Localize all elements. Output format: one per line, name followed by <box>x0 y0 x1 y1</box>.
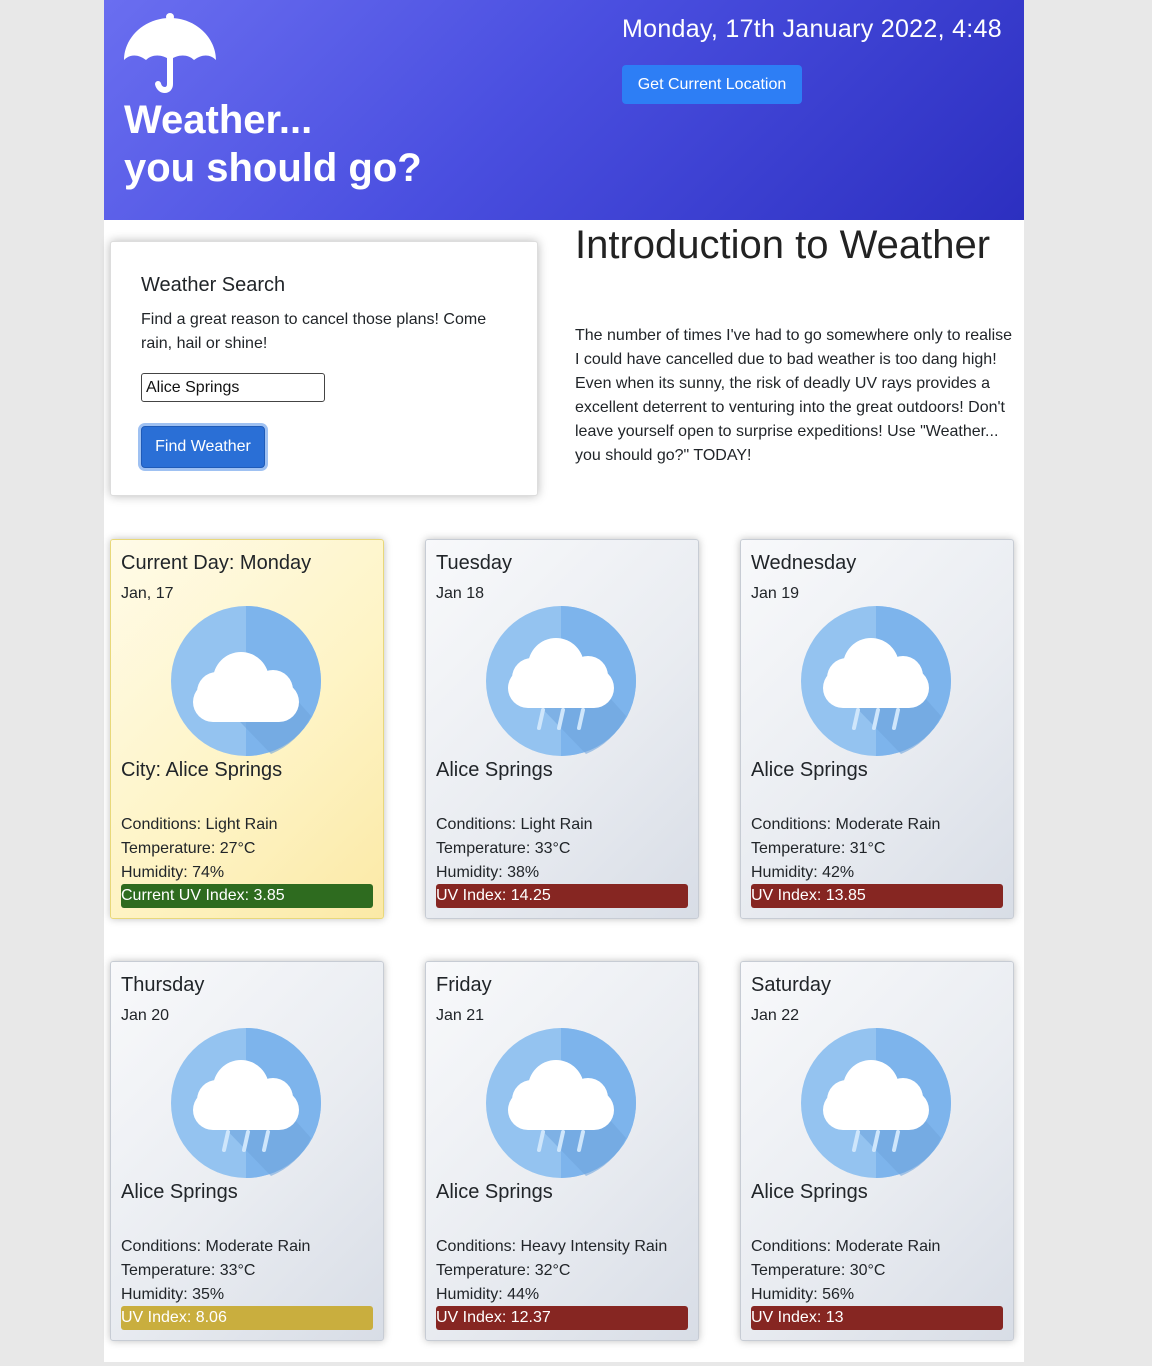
cloud-icon <box>171 606 321 756</box>
app-title-line1: Weather... <box>124 98 313 142</box>
card-conditions: Conditions: Moderate Rain <box>121 1238 311 1255</box>
card-date: Jan, 17 <box>121 585 174 602</box>
card-city: City: Alice Springs <box>121 759 283 781</box>
weather-search-card: Weather Search Find a great reason to ca… <box>110 241 538 496</box>
card-humidity: Humidity: 44% <box>436 1286 540 1303</box>
card-temperature: Temperature: 33°C <box>436 840 571 857</box>
city-search-input[interactable] <box>141 373 325 402</box>
card-temperature: Temperature: 27°C <box>121 840 256 857</box>
card-date: Jan 21 <box>436 1007 485 1024</box>
forecast-card: Saturday Jan 22 Alice Springs Conditions… <box>740 961 1014 1341</box>
card-city: Alice Springs <box>751 1181 868 1203</box>
intro-text: The number of times I've had to go somew… <box>575 327 1013 464</box>
card-day: Current Day: Monday <box>121 552 312 574</box>
card-date: Jan 22 <box>751 1007 800 1024</box>
card-temperature: Temperature: 31°C <box>751 840 886 857</box>
rain-cloud-icon <box>171 1028 321 1178</box>
card-conditions: Conditions: Light Rain <box>121 816 278 833</box>
card-city: Alice Springs <box>436 759 553 781</box>
card-humidity: Humidity: 56% <box>751 1286 855 1303</box>
card-day: Tuesday <box>436 552 512 574</box>
card-day: Friday <box>436 974 492 996</box>
uv-index-badge: UV Index: 8.06 <box>121 1306 373 1330</box>
card-conditions: Conditions: Light Rain <box>436 816 593 833</box>
app-title: Weather... you should go? <box>124 96 422 192</box>
forecast-card: Thursday Jan 20 Alice Springs Conditions… <box>110 961 384 1341</box>
card-date: Jan 19 <box>751 585 800 602</box>
search-description: Find a great reason to cancel those plan… <box>141 311 487 352</box>
card-date: Jan 18 <box>436 585 485 602</box>
forecast-card: Friday Jan 21 Alice Springs Conditions: … <box>425 961 699 1341</box>
rain-cloud-icon <box>801 606 951 756</box>
card-humidity: Humidity: 35% <box>121 1286 225 1303</box>
card-conditions: Conditions: Heavy Intensity Rain <box>436 1238 668 1255</box>
card-city: Alice Springs <box>436 1181 553 1203</box>
rain-cloud-icon <box>486 1028 636 1178</box>
card-day: Saturday <box>751 974 832 996</box>
uv-index-badge: UV Index: 13.85 <box>751 884 1003 908</box>
rain-cloud-icon <box>801 1028 951 1178</box>
forecast-card: Tuesday Jan 18 Alice Springs Conditions:… <box>425 539 699 919</box>
card-temperature: Temperature: 32°C <box>436 1262 571 1279</box>
card-humidity: Humidity: 38% <box>436 864 540 881</box>
card-day: Thursday <box>121 974 205 996</box>
card-conditions: Conditions: Moderate Rain <box>751 816 941 833</box>
app-title-line2: you should go? <box>124 146 422 190</box>
card-temperature: Temperature: 30°C <box>751 1262 886 1279</box>
umbrella-icon <box>124 13 216 93</box>
find-weather-button[interactable]: Find Weather <box>141 426 265 468</box>
intro-title: Introduction to Weather <box>575 223 991 267</box>
search-title: Weather Search <box>141 274 286 296</box>
card-city: Alice Springs <box>121 1181 238 1203</box>
card-humidity: Humidity: 42% <box>751 864 855 881</box>
current-datetime: Monday, 17th January 2022, 4:48 <box>622 15 1002 43</box>
uv-index-badge: UV Index: 12.37 <box>436 1306 688 1330</box>
uv-index-badge: Current UV Index: 3.85 <box>121 884 373 908</box>
rain-cloud-icon <box>486 606 636 756</box>
page: Weather... you should go? Monday, 17th J… <box>104 0 1024 1362</box>
card-conditions: Conditions: Moderate Rain <box>751 1238 941 1255</box>
card-date: Jan 20 <box>121 1007 170 1024</box>
get-current-location-button[interactable]: Get Current Location <box>622 65 802 104</box>
uv-index-badge: UV Index: 14.25 <box>436 884 688 908</box>
current-day-card: Current Day: Monday Jan, 17 City: Alice … <box>110 539 384 919</box>
card-temperature: Temperature: 33°C <box>121 1262 256 1279</box>
forecast-card: Wednesday Jan 19 Alice Springs Condition… <box>740 539 1014 919</box>
card-day: Wednesday <box>751 552 857 574</box>
card-humidity: Humidity: 74% <box>121 864 225 881</box>
uv-index-badge: UV Index: 13 <box>751 1306 1003 1330</box>
card-city: Alice Springs <box>751 759 868 781</box>
header: Weather... you should go? Monday, 17th J… <box>104 0 1024 220</box>
